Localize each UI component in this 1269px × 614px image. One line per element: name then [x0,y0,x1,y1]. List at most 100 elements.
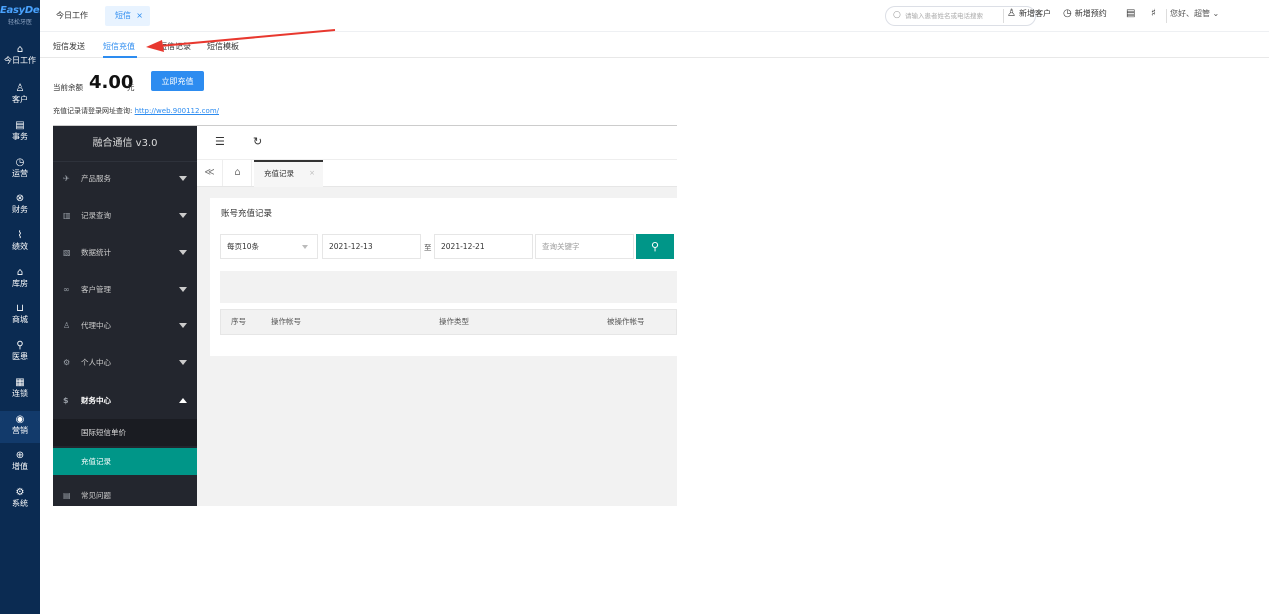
menu-data-statistics[interactable]: ▧ 数据统计 [53,235,197,271]
table-header: 序号 操作帐号 操作类型 被操作帐号 [220,309,677,335]
clock-icon: ◷ [15,157,25,168]
user-icon: ♙ [1007,8,1016,19]
user-menu[interactable]: 您好、超管 ⌄ [1170,8,1219,19]
menu-personal-center[interactable]: ⚙ 个人中心 [53,345,197,381]
sidebar-item-label: 系统 [12,499,28,508]
search-button[interactable]: ⚲ [636,234,674,259]
date-to-input[interactable]: 2021-12-21 [434,234,533,259]
sidebar-item-label: 运营 [12,169,28,178]
sidebar-item-customer[interactable]: ♙ 客户 [0,83,40,109]
menu-record-query[interactable]: ▥ 记录查询 [53,198,197,234]
warehouse-icon: ⌂ [16,267,24,278]
user-icon: ♙ [63,321,71,330]
menu-label: 记录查询 [81,211,111,220]
document-icon: ▤ [63,491,71,500]
chevron-down-icon [179,250,187,255]
message-button[interactable]: ▤ [1126,8,1138,19]
sidebar-item-affairs[interactable]: ▤ 事务 [0,120,40,146]
keyword-search-input[interactable]: 查询关键字 [535,234,634,259]
new-customer-button[interactable]: ♙ 新增客户 [1007,8,1051,19]
embedded-tabs: ≪ ⌂ 充值记录 × [197,160,677,187]
sidebar-item-warehouse[interactable]: ⌂ 库房 [0,267,40,293]
sms-subtabs: 短信发送 短信充值 短信记录 短信模板 [40,32,1269,58]
chevron-down-icon [179,213,187,218]
list-icon: ▥ [63,211,71,220]
tab-sms-recharge[interactable]: 短信充值 [103,41,135,52]
embedded-app-title: 融合通信 v3.0 [53,126,197,162]
tab-sms-send[interactable]: 短信发送 [53,41,85,52]
sidebar-item-label: 连锁 [12,389,28,398]
sidebar-item-finance[interactable]: ⊗ 财务 [0,193,40,219]
refresh-icon[interactable]: ↻ [253,135,262,148]
search-icon: ⚲ [650,241,660,253]
tab-sms-records[interactable]: 短信记录 [159,41,191,52]
doctor-icon: ⚲ [16,340,24,351]
tab-sms[interactable]: 短信 × [105,6,150,26]
chevron-down-icon [302,245,308,249]
chevron-down-icon [179,176,187,181]
balance-label: 当前余额 [53,83,83,92]
sidebar-item-label: 客户 [12,95,28,104]
sidebar-item-patients[interactable]: ⚲ 医患 [0,340,40,366]
plus-circle-icon: ⊕ [15,450,25,461]
recharge-records-card: 账号充值记录 每页10条 2021-12-13 至 2021-12-21 查询关… [210,198,677,356]
menu-product-service[interactable]: ✈ 产品服务 [53,161,197,197]
recharge-hint: 充值记录请登录网址查询: http://web.900112.com/ [53,106,219,116]
page-size-value: 每页10条 [227,242,260,251]
home-icon[interactable]: ⌂ [224,160,252,186]
marketing-icon: ◉ [15,414,25,425]
embedded-page: 融合通信 v3.0 ✈ 产品服务 ▥ 记录查询 ▧ 数据统计 ∞ 客户管理 ♙ 代理中心 … [53,125,677,506]
new-appointment-button[interactable]: ◷ 新增预约 [1063,8,1107,19]
top-bar: 今日工作 短信 × ○ ♙新增客户 ◷新增预约 ▤ ♯ 您好、超管 ⌄ [40,0,1269,32]
menu-customer-management[interactable]: ∞ 客户管理 [53,272,197,308]
table-toolbar [220,271,677,303]
tab-today-work[interactable]: 今日工作 [56,10,88,21]
submenu-recharge-records[interactable]: 充值记录 [53,448,197,475]
chevron-down-icon: ⌄ [1212,9,1220,18]
submenu-intl-sms-price[interactable]: 国际短信单价 [53,419,197,446]
divider [1166,9,1167,23]
sidebar-item-marketing[interactable]: ◉ 营销 [0,411,40,443]
tab-sms-templates[interactable]: 短信模板 [207,41,239,52]
sidebar-item-today[interactable]: ⌂ 今日工作 [0,44,40,70]
menu-toggle-icon[interactable]: ☰ [215,135,225,148]
menu-label: 产品服务 [81,174,111,183]
sidebar-item-operation[interactable]: ◷ 运营 [0,157,40,183]
gear-icon: ⚙ [15,487,25,498]
menu-finance-center[interactable]: $ 财务中心 [53,383,197,419]
sidebar-item-mall[interactable]: ⊔ 商城 [0,303,40,329]
column-header: 被操作帐号 [607,317,645,326]
menu-agent-center[interactable]: ♙ 代理中心 [53,308,197,344]
sidebar-item-system[interactable]: ⚙ 系统 [0,487,40,513]
tab-recharge-records[interactable]: 充值记录 × [254,160,323,187]
menu-faq[interactable]: ▤ 常见问题 [53,478,197,506]
sidebar-item-value-added[interactable]: ⊕ 增值 [0,450,40,476]
menu-label: 常见问题 [81,491,111,500]
recharge-now-button[interactable]: 立即充值 [151,71,204,91]
chart-icon: ⌇ [17,230,23,241]
menu-label: 财务中心 [81,396,111,405]
link-icon: ∞ [63,285,70,294]
close-icon[interactable]: × [309,162,315,185]
sidebar-item-label: 增值 [12,462,28,471]
sidebar-item-performance[interactable]: ⌇ 绩效 [0,230,40,256]
user-greeting: 您好、超管 [1170,9,1210,18]
sidebar-item-label: 商城 [12,315,28,324]
tabs-back-icon[interactable]: ≪ [197,160,223,186]
column-header: 序号 [231,317,246,326]
page-size-select[interactable]: 每页10条 [220,234,318,259]
column-header: 操作帐号 [271,317,301,326]
embedded-sidebar: 融合通信 v3.0 ✈ 产品服务 ▥ 记录查询 ▧ 数据统计 ∞ 客户管理 ♙ 代理中心 … [53,126,197,506]
brand-subtitle: 轻松牙医 [7,19,32,26]
brand-logo[interactable]: EasyDent 轻松牙医 [0,5,51,26]
brand-name: EasyDent [0,5,51,16]
close-icon[interactable]: × [136,6,143,26]
notification-button[interactable]: ♯ [1151,8,1159,19]
embedded-toolbar: ☰ ↻ [197,126,677,160]
document-icon: ▤ [15,120,25,131]
recharge-link[interactable]: http://web.900112.com/ [135,107,219,115]
sidebar-item-chain[interactable]: ▦ 连锁 [0,377,40,403]
chevron-down-icon [179,323,187,328]
date-from-input[interactable]: 2021-12-13 [322,234,421,259]
date-range-separator: 至 [424,243,432,252]
